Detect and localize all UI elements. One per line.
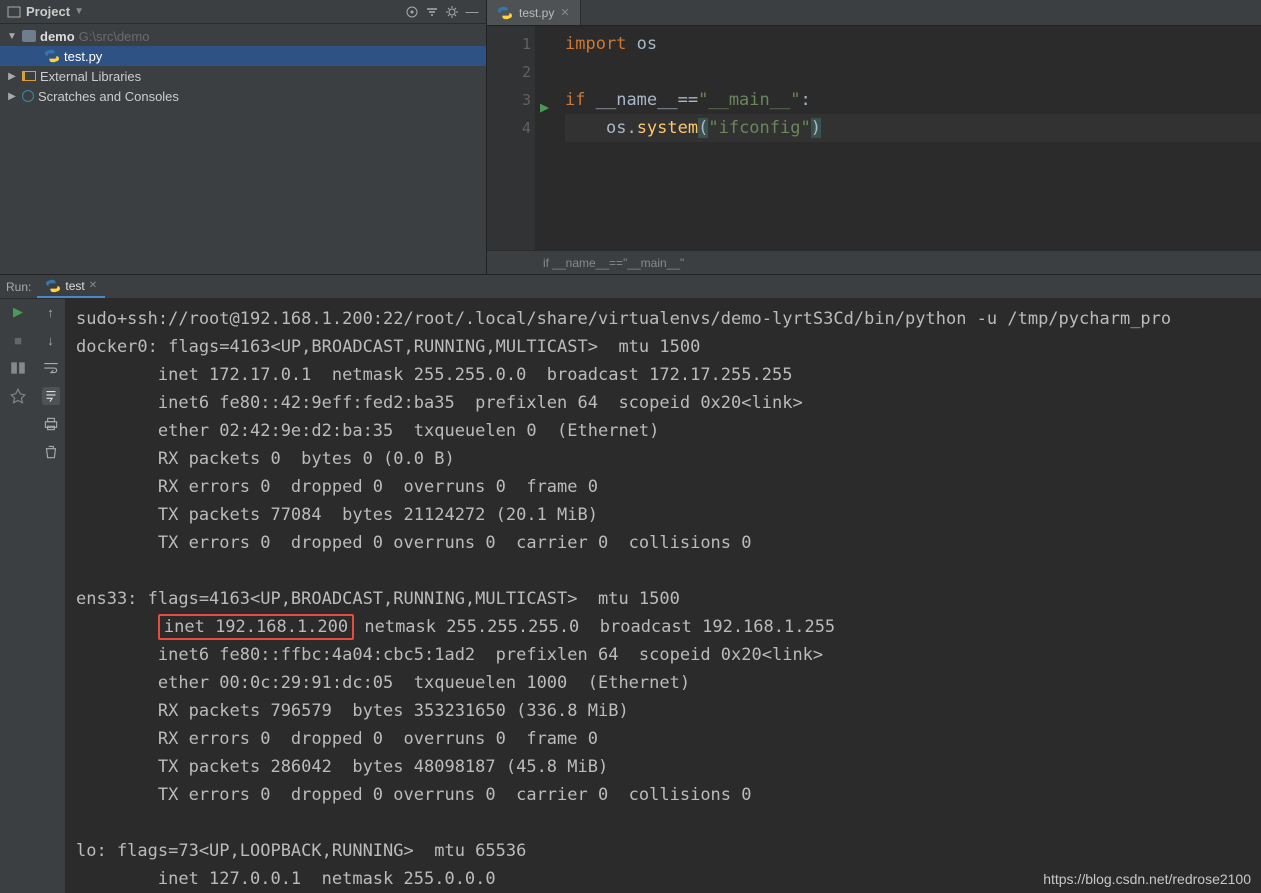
scroll-to-end-icon[interactable] [42,387,60,405]
root-path: G:\src\demo [79,29,150,44]
root-name: demo [40,29,75,44]
close-icon[interactable]: ✕ [560,6,569,19]
run-tab-label: test [65,279,84,293]
editor-tab-label: test.py [519,6,554,20]
collapse-all-icon[interactable] [424,4,440,20]
run-gutter-icon[interactable]: ▶ [540,93,549,121]
file-name: test.py [64,49,102,64]
console-ens-head: ens33: flags=4163<UP,BROADCAST,RUNNING,M… [76,589,680,609]
tree-scratches[interactable]: ▶ Scratches and Consoles [0,86,486,106]
console-cmd: sudo+ssh://root@192.168.1.200:22/root/.l… [76,309,1171,329]
python-file-icon [45,278,61,294]
editor-panel: test.py ✕ 1 2 3▶ 4 import osif __name__=… [487,0,1261,274]
tree-external-libraries[interactable]: ▶ External Libraries [0,66,486,86]
project-header: Project ▼ — [0,0,486,24]
breadcrumb-text: if __name__=="__main__" [543,256,684,270]
editor-tab[interactable]: test.py ✕ [487,0,581,25]
chevron-right-icon[interactable]: ▶ [6,91,18,102]
chevron-right-icon[interactable]: ▶ [6,71,18,82]
close-icon[interactable]: ✕ [89,280,97,291]
pin-icon[interactable] [9,387,27,405]
line-number: 4 [487,114,531,142]
run-header: Run: test ✕ [0,275,1261,299]
chevron-down-icon[interactable]: ▼ [74,6,84,17]
hide-icon[interactable]: — [464,4,480,20]
folder-icon [22,30,36,42]
library-icon [22,71,36,81]
line-number: 3▶ [487,86,531,114]
target-icon[interactable] [404,4,420,20]
watermark: https://blog.csdn.net/redrose2100 [1043,871,1251,887]
project-title[interactable]: Project [26,4,70,19]
down-icon[interactable]: ↓ [42,331,60,349]
soft-wrap-icon[interactable] [42,359,60,377]
console-ens-rest: inet6 fe80::ffbc:4a04:cbc5:1ad2 prefixle… [76,645,823,805]
trash-icon[interactable] [42,443,60,461]
console-docker: docker0: flags=4163<UP,BROADCAST,RUNNING… [76,337,803,553]
tree-file-selected[interactable]: test.py [0,46,486,66]
run-tab[interactable]: test ✕ [37,276,105,298]
editor-body: 1 2 3▶ 4 import osif __name__=="__main__… [487,26,1261,250]
code-area[interactable]: import osif __name__=="__main__": os.sys… [555,26,1261,250]
line-number: 2 [487,58,531,86]
highlighted-ip: inet 192.168.1.200 [158,614,354,640]
up-icon[interactable]: ↑ [42,303,60,321]
tree-root[interactable]: ▼ demo G:\src\demo [0,26,486,46]
external-label: External Libraries [40,69,141,84]
chevron-down-icon[interactable]: ▼ [6,31,18,42]
gutter[interactable]: 1 2 3▶ 4 [487,26,535,250]
project-view-icon [6,4,22,20]
breadcrumb[interactable]: if __name__=="__main__" [487,250,1261,274]
console-lo: lo: flags=73<UP,LOOPBACK,RUNNING> mtu 65… [76,841,526,889]
rerun-icon[interactable]: ▶ [9,303,27,321]
python-file-icon [44,48,60,64]
project-tree[interactable]: ▼ demo G:\src\demo test.py ▶ External Li… [0,24,486,108]
run-sidebar-1: ▶ ■ [0,299,36,893]
project-tool-window: Project ▼ — ▼ demo G:\sr [0,0,487,274]
run-label: Run: [6,280,31,294]
editor-tabs: test.py ✕ [487,0,1261,26]
console-output[interactable]: sudo+ssh://root@192.168.1.200:22/root/.l… [66,299,1261,893]
run-sidebar-2: ↑ ↓ [36,299,66,893]
gear-icon[interactable] [444,4,460,20]
scratch-icon [22,90,34,102]
print-icon[interactable] [42,415,60,433]
python-file-icon [497,5,513,21]
layout-icon[interactable] [9,359,27,377]
stop-icon[interactable]: ■ [9,331,27,349]
scratches-label: Scratches and Consoles [38,89,179,104]
run-tool-window: Run: test ✕ ▶ ■ ↑ ↓ [0,274,1261,893]
line-number: 1 [487,30,531,58]
